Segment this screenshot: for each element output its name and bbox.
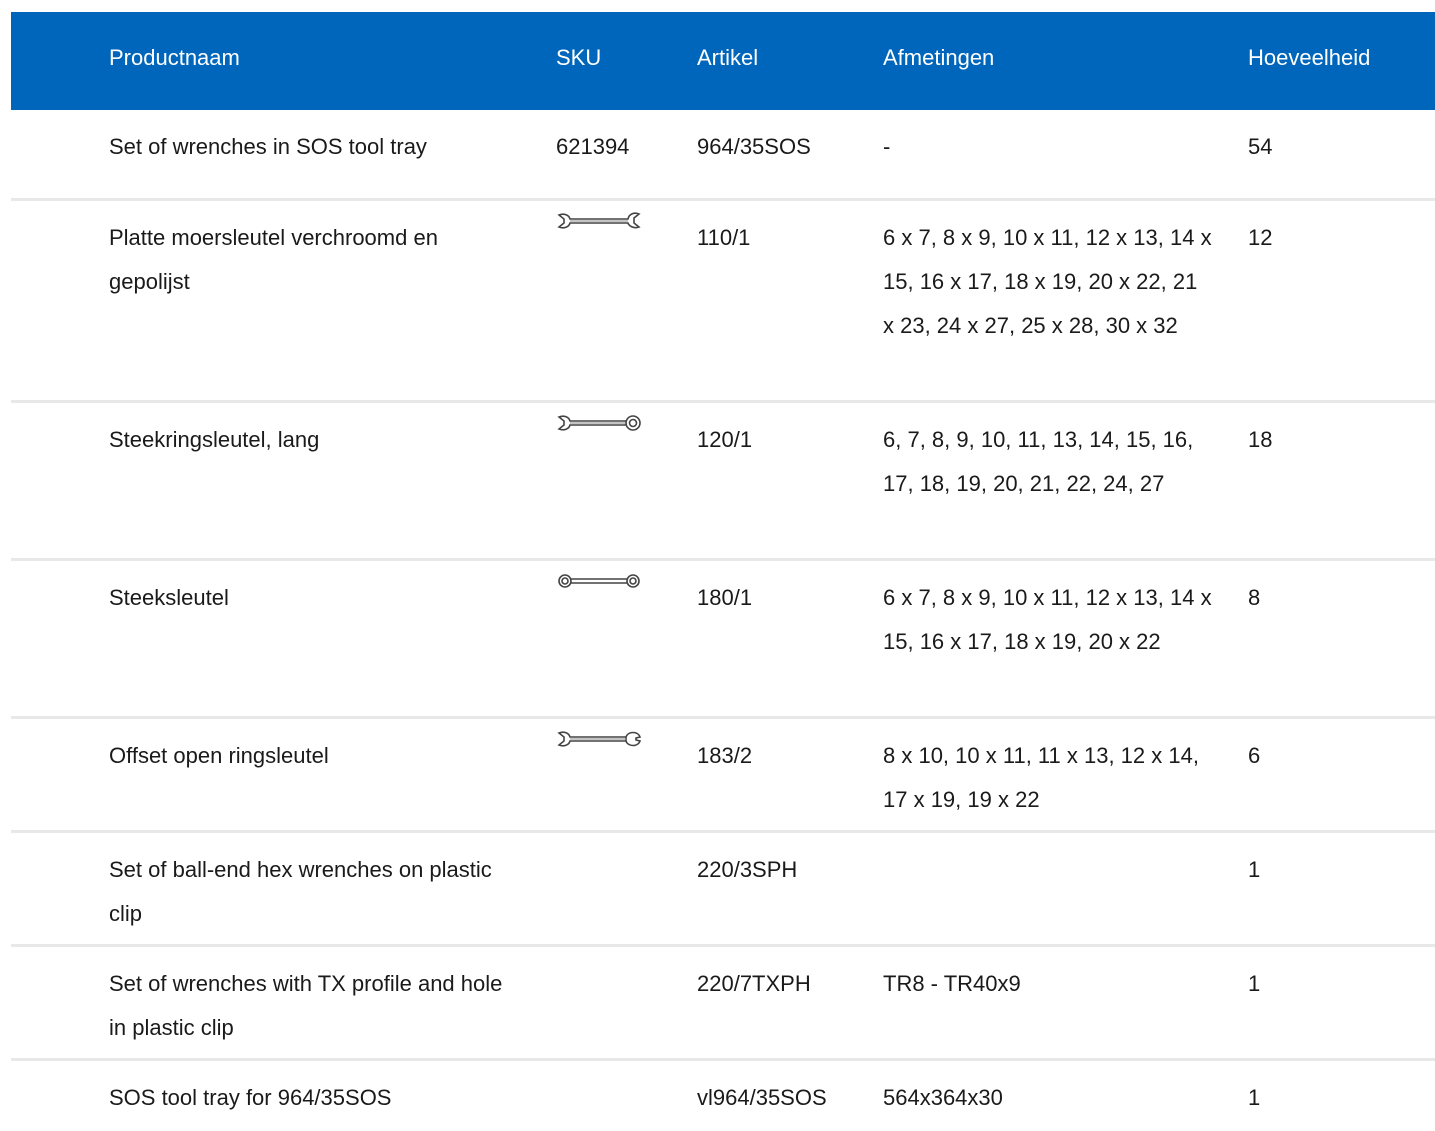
header-dimensions[interactable]: Afmetingen	[883, 12, 994, 110]
product-quantity: 1	[1248, 857, 1261, 882]
table-row: Set of wrenches in SOS tool tray 621394 …	[11, 110, 1435, 201]
product-dimensions: 6 x 7, 8 x 9, 10 x 11, 12 x 13, 14 x 15,…	[883, 585, 1212, 654]
table-row: Set of wrenches with TX profile and hole…	[11, 947, 1435, 1061]
product-article: 220/3SPH	[697, 857, 798, 882]
product-quantity: 6	[1248, 743, 1261, 768]
product-name: SOS tool tray for 964/35SOS	[109, 1085, 392, 1110]
flare-nut-wrench-icon	[556, 729, 642, 753]
table-header: Productnaam SKU Artikel Afmetingen Hoeve…	[11, 12, 1435, 110]
product-article: 183/2	[697, 743, 753, 768]
product-article: 964/35SOS	[697, 134, 811, 159]
product-dimensions: 6 x 7, 8 x 9, 10 x 11, 12 x 13, 14 x 15,…	[883, 225, 1212, 338]
table-row: Steeksleutel 180/1 6 x 7, 8 x 9, 10 x 11…	[11, 561, 1435, 719]
table-row: Steekringsleutel, lang 120/1 6, 7, 8, 9,…	[11, 403, 1435, 561]
product-dimensions: TR8 - TR40x9	[883, 971, 1021, 996]
product-article: 110/1	[697, 225, 751, 250]
product-article: 120/1	[697, 427, 753, 452]
product-name: Set of ball-end hex wrenches on plastic …	[109, 857, 492, 926]
ring-wrench-icon	[556, 571, 642, 595]
product-name: Offset open ringsleutel	[109, 743, 329, 768]
product-article: 220/7TXPH	[697, 971, 811, 996]
open-end-wrench-icon	[556, 211, 642, 235]
header-article[interactable]: Artikel	[697, 12, 758, 110]
header-sku[interactable]: SKU	[556, 12, 601, 110]
product-dimensions: 6, 7, 8, 9, 10, 11, 13, 14, 15, 16, 17, …	[883, 427, 1194, 496]
product-name: Set of wrenches in SOS tool tray	[109, 134, 427, 159]
table-row: Platte moersleutel verchroomd en gepolij…	[11, 201, 1435, 403]
product-quantity: 1	[1248, 1085, 1261, 1110]
product-name: Platte moersleutel verchroomd en gepolij…	[109, 225, 438, 294]
product-quantity: 1	[1248, 971, 1261, 996]
product-dimensions: -	[883, 134, 891, 159]
table-row: Set of ball-end hex wrenches on plastic …	[11, 833, 1435, 947]
product-article: 180/1	[697, 585, 753, 610]
table-row: Offset open ringsleutel 183/2 8 x 10, 10…	[11, 719, 1435, 833]
product-sku: 621394	[556, 134, 630, 159]
header-product-name[interactable]: Productnaam	[109, 12, 240, 110]
product-article: vl964/35SOS	[697, 1085, 827, 1110]
header-quantity[interactable]: Hoeveelheid	[1248, 12, 1370, 110]
product-dimensions: 8 x 10, 10 x 11, 11 x 13, 12 x 14, 17 x …	[883, 743, 1199, 812]
product-name: Set of wrenches with TX profile and hole…	[109, 971, 503, 1040]
product-quantity: 18	[1248, 427, 1273, 452]
product-table: Productnaam SKU Artikel Afmetingen Hoeve…	[11, 12, 1435, 1131]
product-quantity: 54	[1248, 134, 1273, 159]
product-dimensions: 564x364x30	[883, 1085, 1003, 1110]
combination-wrench-icon	[556, 413, 642, 437]
product-name: Steekringsleutel, lang	[109, 427, 320, 452]
table-row: SOS tool tray for 964/35SOS vl964/35SOS …	[11, 1061, 1435, 1131]
product-quantity: 8	[1248, 585, 1261, 610]
product-quantity: 12	[1248, 225, 1273, 250]
product-name: Steeksleutel	[109, 585, 229, 610]
